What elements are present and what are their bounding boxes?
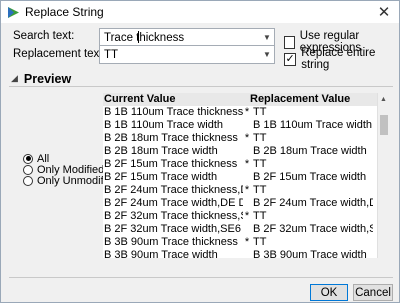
column-header-replacement[interactable]: Replacement Value <box>249 93 373 106</box>
close-icon[interactable]: ✕ <box>375 3 393 21</box>
table-row[interactable]: B 2B 18um Trace thickness * TT <box>103 132 389 145</box>
modified-marker: * <box>244 236 250 248</box>
footer-divider <box>9 277 393 278</box>
current-value-cell: B 2F 15um Trace thickness <box>104 158 238 170</box>
replacement-value-cell: B 2F 24um Trace width,DE D <box>253 197 373 209</box>
table-row[interactable]: B 2F 15um Trace width B 2F 15um Trace wid… <box>103 171 389 184</box>
replacement-value-cell: TT <box>253 106 267 118</box>
modified-marker <box>243 223 251 236</box>
current-value-cell: B 3B 90um Trace thickness <box>104 236 238 248</box>
search-text-value[interactable]: Trace thickness <box>104 31 260 44</box>
table-row[interactable]: B 3B 90um Trace width B 3B 90um Trace wid… <box>103 249 389 258</box>
scroll-up-icon[interactable]: ▲ <box>378 93 389 105</box>
replacement-value-cell: TT <box>253 210 267 222</box>
column-header-current[interactable]: Current Value <box>103 93 249 106</box>
cancel-button[interactable]: Cancel <box>353 284 393 301</box>
table-row[interactable]: B 2B 18um Trace width B 2B 18um Trace wid… <box>103 145 389 158</box>
table-body: B 1B 110um Trace thickness * TT B 1B 110um … <box>103 106 389 258</box>
replacement-value-cell: B 1B 110um Trace width <box>253 119 373 131</box>
table-row[interactable]: B 1B 110um Trace width B 1B 110um Trace w… <box>103 119 389 132</box>
table-row[interactable]: B 2F 24um Trace thickness,DE D*TT <box>103 184 389 197</box>
current-value-cell: B 2F 24um Trace width,DE D <box>104 197 243 209</box>
replacement-text-label: Replacement text: <box>13 48 106 60</box>
replacement-value-cell: TT <box>253 158 267 170</box>
replacement-value-cell: TT <box>253 236 267 248</box>
current-value-cell: B 1B 110um Trace thickness <box>104 106 243 118</box>
app-icon <box>6 5 20 19</box>
modified-marker <box>243 171 251 184</box>
window-title: Replace String <box>25 5 104 19</box>
chevron-down-icon[interactable]: ▼ <box>260 46 274 63</box>
preview-title: Preview <box>23 71 72 86</box>
preview-table[interactable]: Current Value Replacement Value B 1B 110… <box>103 93 389 258</box>
replacement-value-cell: TT <box>253 132 267 144</box>
modified-marker: * <box>244 184 250 196</box>
replace-entire-string-checkbox[interactable]: ✓ Replace entire string <box>284 47 399 71</box>
current-value-cell: B 2B 18um Trace thickness <box>104 132 238 144</box>
radio-button[interactable] <box>23 153 33 164</box>
ok-button[interactable]: OK <box>310 284 348 301</box>
table-header: Current Value Replacement Value <box>103 93 389 106</box>
table-row[interactable]: B 2F 32um Trace thickness,SE6*TT <box>103 210 389 223</box>
current-value-cell: B 1B 110um Trace width <box>104 119 224 131</box>
radio-button[interactable] <box>23 164 33 175</box>
radio-button[interactable] <box>23 175 33 186</box>
replacement-value-cell: B 2B 18um Trace width <box>253 145 367 157</box>
current-value-cell: B 2F 32um Trace thickness,SE6 <box>104 210 243 222</box>
entire-checkbox-box[interactable]: ✓ <box>284 52 297 66</box>
search-text-label: Search text: <box>13 30 75 42</box>
modified-marker <box>243 145 251 158</box>
vertical-scrollbar[interactable]: ▲ <box>377 93 389 258</box>
replacement-text-value[interactable]: TT <box>104 49 260 61</box>
table-row[interactable]: B 2F 32um Trace width,SE6 B 2F 32um Trace… <box>103 223 389 236</box>
modified-marker: * <box>244 210 250 222</box>
preview-section-header[interactable]: ◢ Preview <box>9 71 393 87</box>
chevron-down-icon[interactable]: ▼ <box>260 29 274 46</box>
replacement-value-cell: B 2F 32um Trace width,SE6 <box>253 223 373 235</box>
replacement-text-combo[interactable]: TT ▼ <box>99 45 275 64</box>
modified-marker: * <box>244 132 250 144</box>
entire-checkbox-label: Replace entire string <box>301 47 376 71</box>
current-value-cell: B 2F 32um Trace width,SE6 <box>104 223 241 235</box>
modified-marker <box>243 119 251 132</box>
modified-marker <box>243 197 251 210</box>
current-value-cell: B 2F 15um Trace width <box>104 171 218 183</box>
replace-string-dialog: Replace String ✕ Search text: Trace thic… <box>0 0 400 303</box>
table-row[interactable]: B 2F 24um Trace width,DE D B 2F 24um Trac… <box>103 197 389 210</box>
table-row[interactable]: B 1B 110um Trace thickness * TT <box>103 106 389 119</box>
modified-marker <box>243 249 251 258</box>
modified-marker: * <box>244 158 250 170</box>
replacement-value-cell: B 3B 90um Trace width <box>253 249 367 258</box>
current-value-cell: B 3B 90um Trace width <box>104 249 218 258</box>
table-row[interactable]: B 3B 90um Trace thickness * TT <box>103 236 389 249</box>
table-row[interactable]: B 2F 15um Trace thickness * TT <box>103 158 389 171</box>
collapse-triangle-icon[interactable]: ◢ <box>11 73 18 84</box>
title-bar: Replace String ✕ <box>1 1 399 23</box>
current-value-cell: B 2B 18um Trace width <box>104 145 218 157</box>
replacement-value-cell: TT <box>253 184 267 196</box>
replacement-value-cell: B 2F 15um Trace width <box>253 171 367 183</box>
current-value-cell: B 2F 24um Trace thickness,DE D <box>104 184 243 196</box>
scroll-thumb[interactable] <box>380 115 388 135</box>
modified-marker: * <box>244 106 250 118</box>
